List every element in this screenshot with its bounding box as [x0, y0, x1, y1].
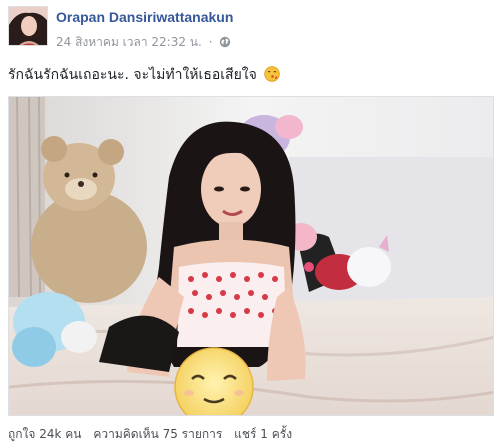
post-meta: 24 สิงหาคม เวลา 22:32 น. · — [56, 33, 231, 52]
author-avatar[interactable] — [8, 6, 48, 46]
globe-icon[interactable] — [219, 36, 231, 51]
kiss-emoji-icon — [264, 66, 280, 86]
likes-count-link[interactable]: ถูกใจ 24k คน — [8, 427, 82, 441]
caption-text: รักฉันรักฉันเถอะนะ. จะไม่ทำให้เธอเสียใจ — [8, 67, 257, 83]
post-stats: ถูกใจ 24k คน ความคิดเห็น 75 รายการ แชร์ … — [8, 425, 300, 444]
meta-separator: · — [208, 35, 213, 49]
post-timestamp[interactable]: 24 สิงหาคม เวลา 22:32 น. — [56, 35, 202, 49]
post-caption: รักฉันรักฉันเถอะนะ. จะไม่ทำให้เธอเสียใจ — [8, 64, 280, 86]
avatar-image — [9, 7, 47, 45]
facebook-post: Orapan Dansiriwattanakun 24 สิงหาคม เวลา… — [0, 0, 500, 448]
author-name-link[interactable]: Orapan Dansiriwattanakun — [56, 9, 233, 25]
shares-count-link[interactable]: แชร์ 1 ครั้ง — [234, 427, 292, 441]
comments-count-link[interactable]: ความคิดเห็น 75 รายการ — [93, 427, 222, 441]
photo-image — [9, 97, 493, 415]
post-photo[interactable] — [8, 96, 494, 416]
